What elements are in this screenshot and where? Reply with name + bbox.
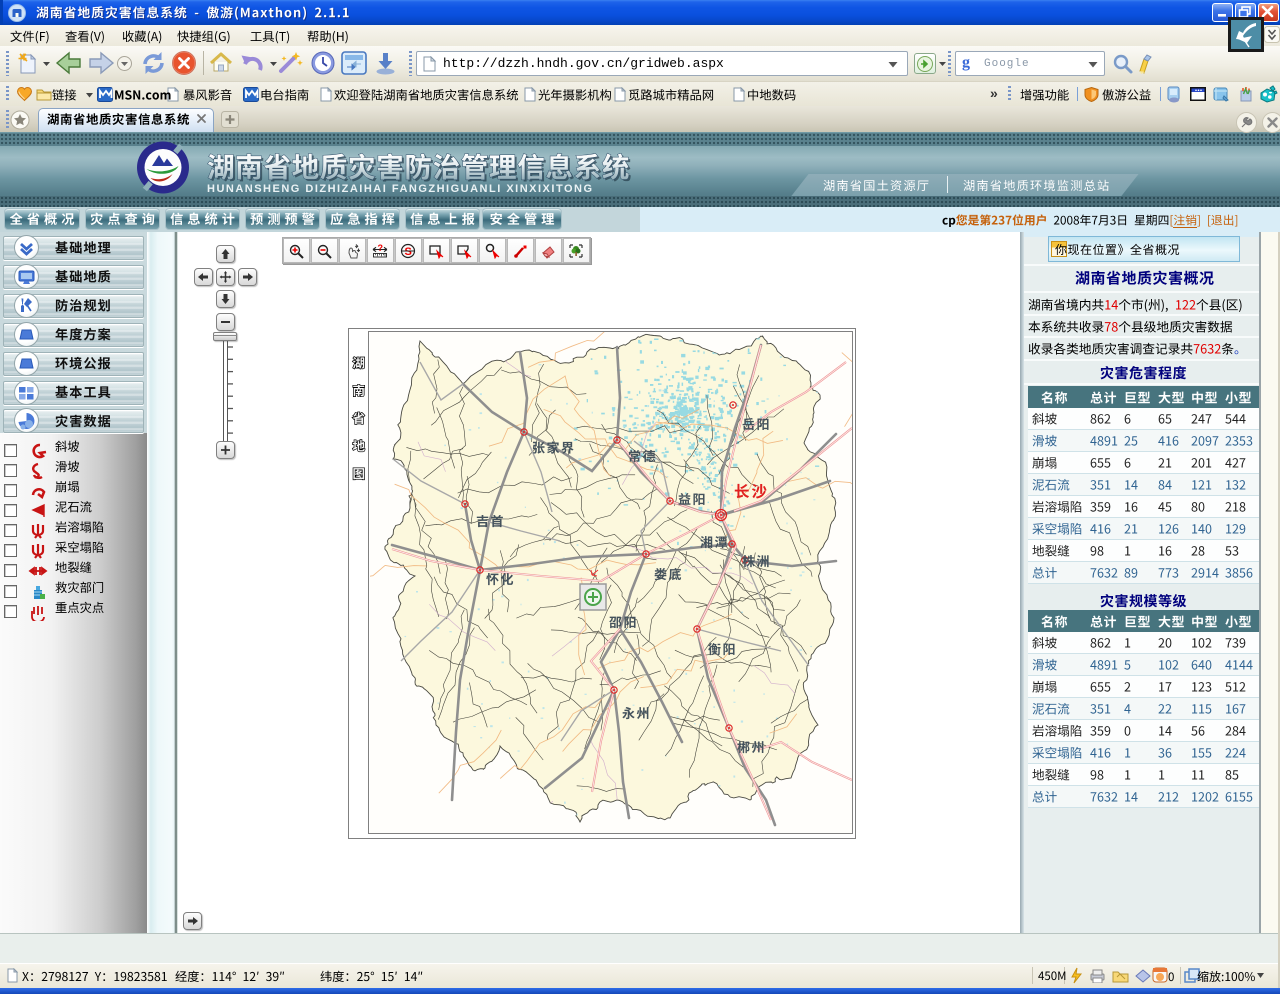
svg-text:?: ? [378, 243, 384, 253]
svg-text:S: S [405, 246, 412, 258]
